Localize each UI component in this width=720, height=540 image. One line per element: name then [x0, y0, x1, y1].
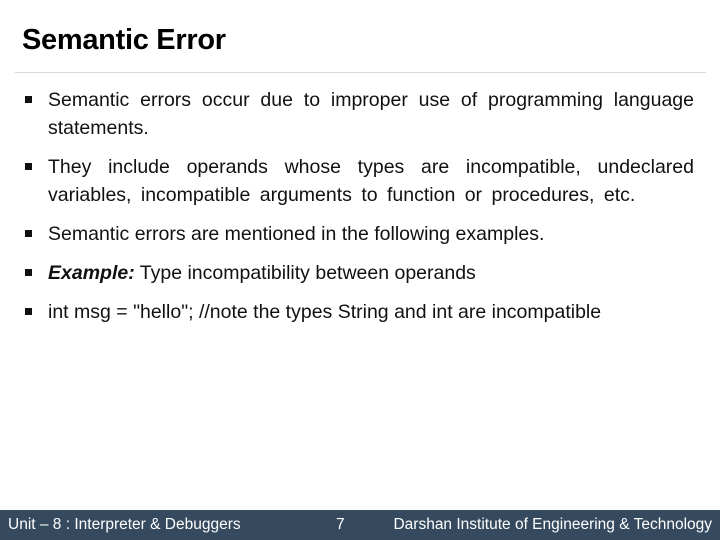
bullet-text: Type incompatibility between operands [134, 262, 476, 284]
slide-title: Semantic Error [22, 24, 226, 56]
bullet-item: int msg = "hello"; //note the types Stri… [22, 298, 694, 326]
square-bullet-icon [25, 269, 32, 276]
bullet-list: Semantic errors occur due to improper us… [22, 86, 694, 337]
footer-page-number: 7 [336, 516, 345, 533]
square-bullet-icon [25, 96, 32, 103]
bullet-item: Semantic errors are mentioned in the fol… [22, 220, 694, 248]
bullet-text: Semantic errors are mentioned in the fol… [48, 223, 545, 245]
footer-unit-label: Unit – 8 : Interpreter & Debuggers [8, 516, 241, 533]
bullet-text: Semantic errors occur due to improper us… [48, 89, 694, 139]
square-bullet-icon [25, 230, 32, 237]
square-bullet-icon [25, 308, 32, 315]
bullet-text: int msg = "hello"; //note the types Stri… [48, 301, 602, 323]
example-label: Example: [48, 262, 135, 284]
title-divider [15, 72, 706, 73]
bullet-item: Semantic errors occur due to improper us… [22, 86, 694, 142]
bullet-item: They include operands whose types are in… [22, 153, 694, 209]
footer-institute-name: Darshan Institute of Engineering & Techn… [393, 516, 712, 533]
slide-footer: Unit – 8 : Interpreter & Debuggers 7 Dar… [0, 510, 720, 540]
bullet-text: They include operands whose types are in… [48, 156, 694, 206]
bullet-item: Example: Type incompatibility between op… [22, 259, 694, 287]
square-bullet-icon [25, 163, 32, 170]
